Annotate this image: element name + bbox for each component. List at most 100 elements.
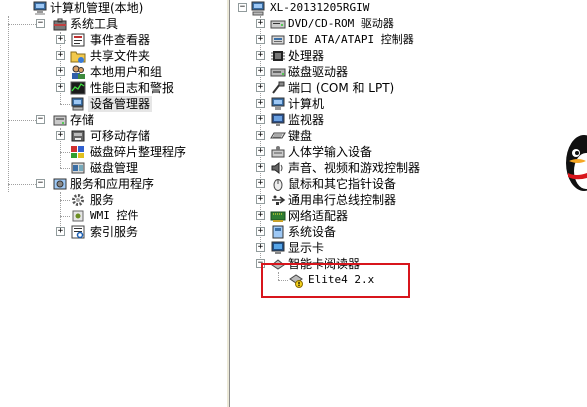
computer-icon	[270, 96, 286, 112]
device-category-dvd-cdrom[interactable]: + DVD/CD-ROM 驱动器	[230, 16, 587, 32]
tree-item-local-users-groups[interactable]: + 本地用户和组	[0, 64, 226, 80]
defragmenter-icon	[70, 144, 86, 160]
device-category-label: 磁盘驱动器	[288, 65, 349, 79]
device-category-sound-video[interactable]: + 声音、视频和游戏控制器	[230, 160, 587, 176]
device-category-label: IDE ATA/ATAPI 控制器	[288, 33, 414, 46]
expand-icon[interactable]: +	[256, 243, 265, 252]
network-adapter-icon	[270, 208, 286, 224]
expand-icon[interactable]: +	[256, 35, 265, 44]
device-category-processors[interactable]: + 处理器	[230, 48, 587, 64]
device-category-keyboards[interactable]: + 键盘	[230, 128, 587, 144]
expand-icon[interactable]: +	[256, 147, 265, 156]
device-category-label: 监视器	[288, 113, 325, 127]
qq-penguin-icon[interactable]	[566, 133, 587, 196]
device-category-usb[interactable]: + 通用串行总线控制器	[230, 192, 587, 208]
collapse-icon[interactable]: −	[36, 115, 45, 124]
expand-icon[interactable]: +	[256, 83, 265, 92]
expand-icon[interactable]: +	[56, 35, 65, 44]
tree-item-removable-storage[interactable]: + 可移动存储	[0, 128, 226, 144]
expand-icon[interactable]: +	[256, 163, 265, 172]
tree-item-label: 磁盘管理	[90, 161, 139, 175]
tree-item-services-applications[interactable]: − 服务和应用程序	[0, 176, 226, 192]
computer-name-label: XL-20131205RGIW	[270, 1, 370, 14]
shared-folder-icon	[70, 48, 86, 64]
event-viewer-icon	[70, 32, 86, 48]
red-highlight-box	[261, 263, 410, 298]
usb-icon	[270, 192, 286, 208]
tree-item-system-tools[interactable]: − 系统工具	[0, 16, 226, 32]
device-category-display[interactable]: + 显示卡	[230, 240, 587, 256]
tree-item-disk-management[interactable]: 磁盘管理	[0, 160, 226, 176]
users-icon	[70, 64, 86, 80]
processor-icon	[270, 48, 286, 64]
system-device-icon	[270, 224, 286, 240]
tree-item-wmi-control[interactable]: WMI 控件	[0, 208, 226, 224]
computer-icon	[250, 0, 266, 16]
tree-item-label: 服务和应用程序	[70, 177, 155, 191]
device-category-ports[interactable]: + 端口 (COM 和 LPT)	[230, 80, 587, 96]
console-tree-pane[interactable]: 计算机管理(本地) − 系统工具 + 事件查看器 + 共享文件夹 + 本地用户和…	[0, 0, 226, 407]
tree-item-label: 系统工具	[70, 17, 119, 31]
disk-management-icon	[70, 160, 86, 176]
tree-item-indexing-service[interactable]: + 索引服务	[0, 224, 226, 240]
tree-item-label: WMI 控件	[90, 209, 139, 222]
port-icon	[270, 80, 286, 96]
speaker-icon	[270, 160, 286, 176]
tree-item-shared-folders[interactable]: + 共享文件夹	[0, 48, 226, 64]
tree-item-label: 磁盘碎片整理程序	[90, 145, 187, 159]
expand-icon[interactable]: +	[256, 179, 265, 188]
device-category-label: 声音、视频和游戏控制器	[288, 161, 421, 175]
tree-item-label: 共享文件夹	[90, 49, 151, 63]
expand-icon[interactable]: +	[56, 51, 65, 60]
device-category-label: 人体学输入设备	[288, 145, 373, 159]
device-category-label: 通用串行总线控制器	[288, 193, 397, 207]
expand-icon[interactable]: +	[56, 131, 65, 140]
services-applications-icon	[52, 176, 68, 192]
tree-item-label: 设备管理器	[88, 96, 153, 112]
device-category-network[interactable]: + 网络适配器	[230, 208, 587, 224]
expand-icon[interactable]: +	[256, 67, 265, 76]
expand-icon[interactable]: +	[256, 195, 265, 204]
tree-item-event-viewer[interactable]: + 事件查看器	[0, 32, 226, 48]
expand-icon[interactable]: +	[56, 227, 65, 236]
expand-icon[interactable]: +	[256, 211, 265, 220]
device-category-disk-drives[interactable]: + 磁盘驱动器	[230, 64, 587, 80]
display-adapter-icon	[270, 240, 286, 256]
tree-root-computer-management[interactable]: 计算机管理(本地)	[0, 0, 226, 16]
removable-storage-icon	[70, 128, 86, 144]
device-category-system[interactable]: + 系统设备	[230, 224, 587, 240]
expand-icon[interactable]: +	[256, 19, 265, 28]
device-category-label: 计算机	[288, 97, 325, 111]
device-category-label: 网络适配器	[288, 209, 349, 223]
collapse-icon[interactable]: −	[36, 179, 45, 188]
expand-icon[interactable]: +	[256, 227, 265, 236]
device-category-label: 键盘	[288, 129, 313, 143]
collapse-icon[interactable]: −	[238, 3, 247, 12]
tree-item-performance-logs[interactable]: + 性能日志和警报	[0, 80, 226, 96]
device-category-computer[interactable]: + 计算机	[230, 96, 587, 112]
expand-icon[interactable]: +	[256, 99, 265, 108]
tree-item-services[interactable]: 服务	[0, 192, 226, 208]
device-category-monitors[interactable]: + 监视器	[230, 112, 587, 128]
tree-item-storage[interactable]: − 存储	[0, 112, 226, 128]
collapse-icon[interactable]: −	[36, 19, 45, 28]
device-category-hid[interactable]: + 人体学输入设备	[230, 144, 587, 160]
expand-icon[interactable]: +	[256, 115, 265, 124]
expand-icon[interactable]: +	[256, 131, 265, 140]
gear-icon	[70, 192, 86, 208]
device-category-ide-ata[interactable]: + IDE ATA/ATAPI 控制器	[230, 32, 587, 48]
device-category-label: 端口 (COM 和 LPT)	[288, 81, 395, 95]
expand-icon[interactable]: +	[56, 67, 65, 76]
tree-item-device-manager[interactable]: 设备管理器	[0, 96, 226, 112]
device-category-mice[interactable]: + 鼠标和其它指针设备	[230, 176, 587, 192]
device-category-label: 系统设备	[288, 225, 337, 239]
expand-icon[interactable]: +	[56, 83, 65, 92]
device-tree-root[interactable]: − XL-20131205RGIW	[230, 0, 587, 16]
expand-icon[interactable]: +	[256, 51, 265, 60]
disk-drive-icon	[270, 64, 286, 80]
performance-icon	[70, 80, 86, 96]
device-tree-pane[interactable]: − XL-20131205RGIW + DVD/CD-ROM 驱动器 + IDE…	[230, 0, 587, 407]
tree-item-disk-defragmenter[interactable]: 磁盘碎片整理程序	[0, 144, 226, 160]
tree-item-label: 可移动存储	[90, 129, 151, 143]
tree-item-label: 服务	[90, 193, 115, 207]
